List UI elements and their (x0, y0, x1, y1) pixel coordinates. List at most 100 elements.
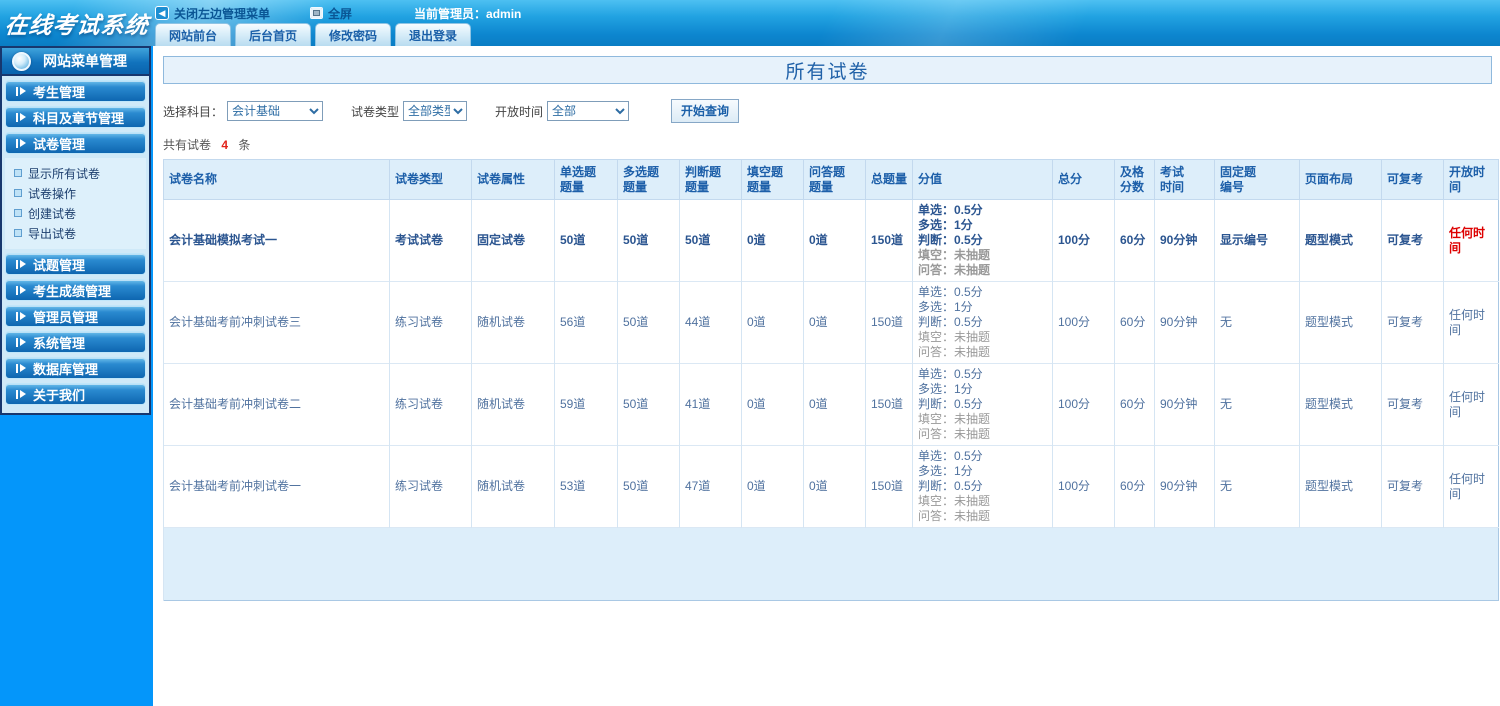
cell: 150道 (865, 281, 913, 364)
column-header: 页面布局 (1299, 159, 1382, 200)
top-tab[interactable]: 退出登录 (395, 23, 472, 46)
cell: 题型模式 (1299, 363, 1382, 446)
column-header: 问答题 题量 (803, 159, 866, 200)
sidebar-section-label: 管理员管理 (33, 309, 99, 325)
table-row: 会计基础模拟考试一 考试试卷 固定试卷 50道 50道 50道 0道 0道 150道 单选：0.5… (163, 199, 1499, 282)
subject-select[interactable]: 会计基础 (227, 101, 324, 121)
table-row: 会计基础考前冲刺试卷三 练习试卷 随机试卷 56道 50道 44道 0道 0道 150道 单选：0… (163, 281, 1499, 364)
cell: 可复考 (1381, 363, 1444, 446)
top-tab[interactable]: 修改密码 (315, 23, 392, 46)
main-content: 所有试卷 选择科目： 会计基础 试卷类型 全部类型 开放时间 全部 开始查询 共… (153, 46, 1500, 706)
play-arrow-icon (16, 86, 26, 96)
result-count-line: 共有试卷 4 条 (163, 136, 1492, 153)
sidebar-section-button[interactable]: 试题管理 (5, 253, 146, 275)
cell: 无 (1214, 363, 1300, 446)
menu-orb-icon (12, 51, 31, 71)
cell: 90分钟 (1154, 445, 1215, 528)
sidebar-section-button[interactable]: 系统管理 (5, 331, 146, 353)
cell: 100分 (1052, 363, 1115, 446)
fullscreen-label: 全屏 (328, 6, 353, 21)
cell: 0道 (741, 363, 804, 446)
score-line: 问答：未抽题 (918, 263, 991, 277)
sidebar-submenu-item[interactable]: 导出试卷 (14, 223, 146, 243)
sidebar-submenu-item[interactable]: 显示所有试卷 (14, 163, 146, 183)
cell: 练习试卷 (389, 445, 472, 528)
sidebar-section-button[interactable]: 关于我们 (5, 383, 146, 405)
sidebar-section-label: 数据库管理 (33, 361, 99, 377)
cell: 题型模式 (1299, 199, 1382, 282)
sidebar-section-label: 试题管理 (33, 257, 86, 273)
search-button[interactable]: 开始查询 (671, 99, 740, 123)
sidebar-section-button[interactable]: 考生管理 (5, 80, 146, 102)
score-line: 单选：0.5分 (918, 285, 983, 299)
open-time-cell: 任何时间 (1443, 445, 1499, 528)
submenu-item-label: 试卷操作 (28, 186, 77, 201)
paper-type-select[interactable]: 全部类型 (403, 101, 468, 121)
top-tab[interactable]: 网站前台 (155, 23, 232, 46)
top-tab-bar: 网站前台 后台首页 修改密码 退出登录 (155, 23, 475, 46)
table-header-row: 试卷名称 试卷类型 试卷属性 单选题 题量 多选题 题量 判断题 题量 填空题 题量 问答题 … (163, 159, 1499, 200)
column-header: 分值 (912, 159, 1053, 200)
cell: 90分钟 (1154, 363, 1215, 446)
sidebar-section-button[interactable]: 数据库管理 (5, 357, 146, 379)
play-arrow-icon (16, 138, 26, 148)
cell: 随机试卷 (471, 281, 555, 364)
papers-table: 试卷名称 试卷类型 试卷属性 单选题 题量 多选题 题量 判断题 题量 填空题 题量 问答题 … (163, 159, 1499, 601)
sidebar-section-button[interactable]: 考生成绩管理 (5, 279, 146, 301)
cell: 60分 (1114, 363, 1155, 446)
play-arrow-icon (16, 285, 26, 295)
fullscreen-icon (310, 7, 324, 19)
fullscreen-link[interactable]: 全屏 (270, 5, 352, 22)
current-admin-label: 当前管理员：admin (414, 6, 522, 21)
cell: 随机试卷 (471, 445, 555, 528)
open-time-cell: 任何时间 (1443, 199, 1499, 282)
cell: 显示编号 (1214, 199, 1300, 282)
sidebar-submenu-item[interactable]: 试卷操作 (14, 183, 146, 203)
sidebar-section-button[interactable]: 管理员管理 (5, 305, 146, 327)
score-line: 问答：未抽题 (918, 345, 991, 359)
paper-name-cell: 会计基础考前冲刺试卷三 (163, 281, 390, 364)
cell: 50道 (617, 363, 680, 446)
cell: 0道 (803, 445, 866, 528)
close-left-menu-link[interactable]: ◀ 关闭左边管理菜单 (155, 5, 270, 22)
top-tab[interactable]: 后台首页 (235, 23, 312, 46)
sidebar-section-button[interactable]: 试卷管理 (5, 132, 146, 154)
sidebar-submenu-item[interactable]: 创建试卷 (14, 203, 146, 223)
cell: 0道 (803, 199, 866, 282)
cell: 0道 (741, 199, 804, 282)
play-arrow-icon (16, 363, 26, 373)
table-footer-row (163, 527, 1499, 601)
sidebar-section-button[interactable]: 科目及章节管理 (5, 106, 146, 128)
app-logo: 在线考试系统 (0, 0, 153, 46)
column-header: 总分 (1052, 159, 1115, 200)
submenu-item-label: 导出试卷 (28, 226, 77, 241)
open-time-filter-label: 开放时间 (495, 104, 544, 119)
column-header: 固定题 编号 (1214, 159, 1300, 200)
score-line: 判断：0.5分 (918, 315, 983, 329)
cell: 无 (1214, 281, 1300, 364)
cell: 练习试卷 (389, 363, 472, 446)
table-row: 会计基础考前冲刺试卷二 练习试卷 随机试卷 59道 50道 41道 0道 0道 150道 单选：0… (163, 363, 1499, 446)
score-line: 多选：1分 (918, 218, 973, 232)
cell: 50道 (617, 199, 680, 282)
cell: 90分钟 (1154, 281, 1215, 364)
score-line: 填空：未抽题 (918, 248, 991, 262)
score-line: 单选：0.5分 (918, 367, 983, 381)
play-arrow-icon (16, 337, 26, 347)
submenu-item-label: 显示所有试卷 (28, 166, 101, 181)
cell: 60分 (1114, 281, 1155, 364)
sidebar: 网站菜单管理 考生管理 科目及章节管理 试卷管理 显示所有试卷 试卷操作 创建试卷 导出试… (0, 46, 153, 706)
cell: 50道 (554, 199, 618, 282)
cell: 题型模式 (1299, 445, 1382, 528)
score-line: 填空：未抽题 (918, 330, 991, 344)
cell: 100分 (1052, 281, 1115, 364)
cell: 50道 (679, 199, 742, 282)
sidebar-section-label: 关于我们 (33, 387, 86, 403)
open-time-cell: 任何时间 (1443, 281, 1499, 364)
cell: 随机试卷 (471, 363, 555, 446)
column-header: 总题量 (865, 159, 913, 200)
open-time-cell: 任何时间 (1443, 363, 1499, 446)
play-arrow-icon (16, 389, 26, 399)
score-line: 多选：1分 (918, 382, 973, 396)
open-time-select[interactable]: 全部 (547, 101, 630, 121)
